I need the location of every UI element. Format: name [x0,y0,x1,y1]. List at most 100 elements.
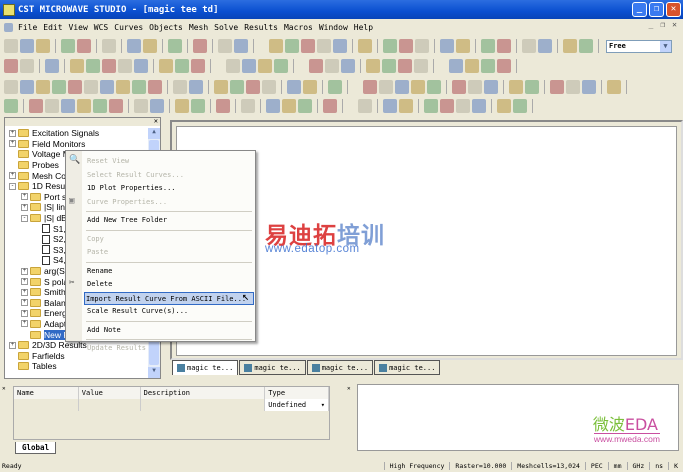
toolbar-button-icon[interactable] [214,80,228,94]
context-menu-item[interactable]: Reset View [86,155,254,168]
toolbar-button-icon[interactable] [150,99,164,113]
context-menu-item[interactable]: Rename [86,265,254,278]
menu-results[interactable]: Results [241,23,281,32]
toolbar-button-icon[interactable] [379,80,393,94]
toolbar-button-icon[interactable] [525,80,539,94]
column-header[interactable]: Type [265,387,329,399]
toolbar-button-icon[interactable] [427,80,441,94]
menu-wcs[interactable]: WCS [91,23,111,32]
toolbar-button-icon[interactable] [456,39,470,53]
toolbar-button-icon[interactable] [4,39,18,53]
toolbar-button-icon[interactable] [607,80,621,94]
document-icon[interactable] [4,22,13,32]
toolbar-button-icon[interactable] [168,39,182,53]
toolbar-button-icon[interactable] [497,99,511,113]
minimize-button[interactable]: _ [632,2,647,17]
panel-close-icon[interactable]: ✕ [154,117,158,125]
menu-edit[interactable]: Edit [40,23,65,32]
toolbar-button-icon[interactable] [395,80,409,94]
toolbar-button-icon[interactable] [216,99,230,113]
menu-view[interactable]: View [66,23,91,32]
tree-item[interactable]: + Excitation Signals [5,128,150,139]
menu-mesh[interactable]: Mesh [186,23,211,32]
tree-item[interactable]: Tables [5,361,150,372]
toolbar-button-icon[interactable] [456,99,470,113]
toolbar-button-icon[interactable] [287,80,301,94]
collapse-icon[interactable]: - [9,182,16,190]
toolbar-button-icon[interactable] [175,99,189,113]
context-menu-item[interactable]: Add Note [86,324,254,337]
toolbar-button-icon[interactable] [70,59,84,73]
toolbar-button-icon[interactable] [414,59,428,73]
toolbar-button-icon[interactable] [102,59,116,73]
toolbar-button-icon[interactable] [341,59,355,73]
toolbar-button-icon[interactable] [301,39,315,53]
toolbar-button-icon[interactable] [303,80,317,94]
toolbar-button-icon[interactable] [234,39,248,53]
toolbar-button-icon[interactable] [134,59,148,73]
toolbar-button-icon[interactable] [4,99,18,113]
toolbar-button-icon[interactable] [550,80,564,94]
toolbar-button-icon[interactable] [191,99,205,113]
toolbar-button-icon[interactable] [317,39,331,53]
toolbar-button-icon[interactable] [242,59,256,73]
toolbar-button-icon[interactable] [399,39,413,53]
panel-close-icon[interactable]: ✕ [2,385,12,392]
expand-icon[interactable]: + [21,288,28,296]
context-menu-item[interactable]: Import Result Curve From ASCII File... [84,291,254,305]
menu-help[interactable]: Help [351,23,376,32]
toolbar-button-icon[interactable] [36,80,50,94]
mdi-restore-button[interactable]: ❐ [660,20,665,29]
expand-icon[interactable]: + [21,267,28,275]
toolbar-button-icon[interactable] [509,80,523,94]
expand-icon[interactable]: + [21,299,28,307]
toolbar-button-icon[interactable] [399,99,413,113]
expand-icon[interactable]: + [21,320,28,328]
menu-window[interactable]: Window [316,23,351,32]
toolbar-button-icon[interactable] [132,80,146,94]
toolbar-button-icon[interactable] [513,99,527,113]
toolbar-button-icon[interactable] [440,39,454,53]
toolbar-button-icon[interactable] [497,59,511,73]
toolbar-button-icon[interactable] [77,99,91,113]
toolbar-button-icon[interactable] [481,39,495,53]
close-button[interactable]: ✕ [666,2,681,17]
toolbar-button-icon[interactable] [497,39,511,53]
context-menu-item[interactable]: Curve Properties... [86,196,254,209]
context-menu-item[interactable]: Update Results [86,342,254,355]
toolbar-button-icon[interactable] [582,80,596,94]
toolbar-button-icon[interactable] [4,80,18,94]
toolbar-button-icon[interactable] [143,39,157,53]
column-header[interactable]: Name [14,387,79,399]
toolbar-button-icon[interactable] [366,59,380,73]
toolbar-button-icon[interactable] [328,80,342,94]
toolbar-button-icon[interactable] [127,39,141,53]
toolbar-button-icon[interactable] [68,80,82,94]
toolbar-button-icon[interactable] [566,80,580,94]
context-menu-item[interactable]: Copy [86,233,254,246]
toolbar-button-icon[interactable] [45,59,59,73]
chevron-down-icon[interactable]: ▾ [321,399,325,411]
toolbar-button-icon[interactable] [175,59,189,73]
toolbar-button-icon[interactable] [382,59,396,73]
expand-icon[interactable]: + [9,172,16,180]
toolbar-button-icon[interactable] [102,39,116,53]
toolbar-button-icon[interactable] [325,59,339,73]
toolbar-button-icon[interactable] [309,59,323,73]
toolbar-button-icon[interactable] [398,59,412,73]
toolbar-button-icon[interactable] [246,80,260,94]
document-tab[interactable]: magic te... [172,360,239,375]
toolbar-button-icon[interactable] [45,99,59,113]
toolbar-button-icon[interactable] [191,59,205,73]
toolbar-button-icon[interactable] [109,99,123,113]
expand-icon[interactable]: + [21,203,28,211]
toolbar-button-icon[interactable] [148,80,162,94]
toolbar-button-icon[interactable] [298,99,312,113]
toolbar-button-icon[interactable] [358,99,372,113]
toolbar-button-icon[interactable] [77,39,91,53]
toolbar-button-icon[interactable] [20,80,34,94]
toolbar-button-icon[interactable] [452,80,466,94]
toolbar-button-icon[interactable] [173,80,187,94]
scroll-down-icon[interactable]: ▼ [148,367,160,378]
toolbar-button-icon[interactable] [538,39,552,53]
